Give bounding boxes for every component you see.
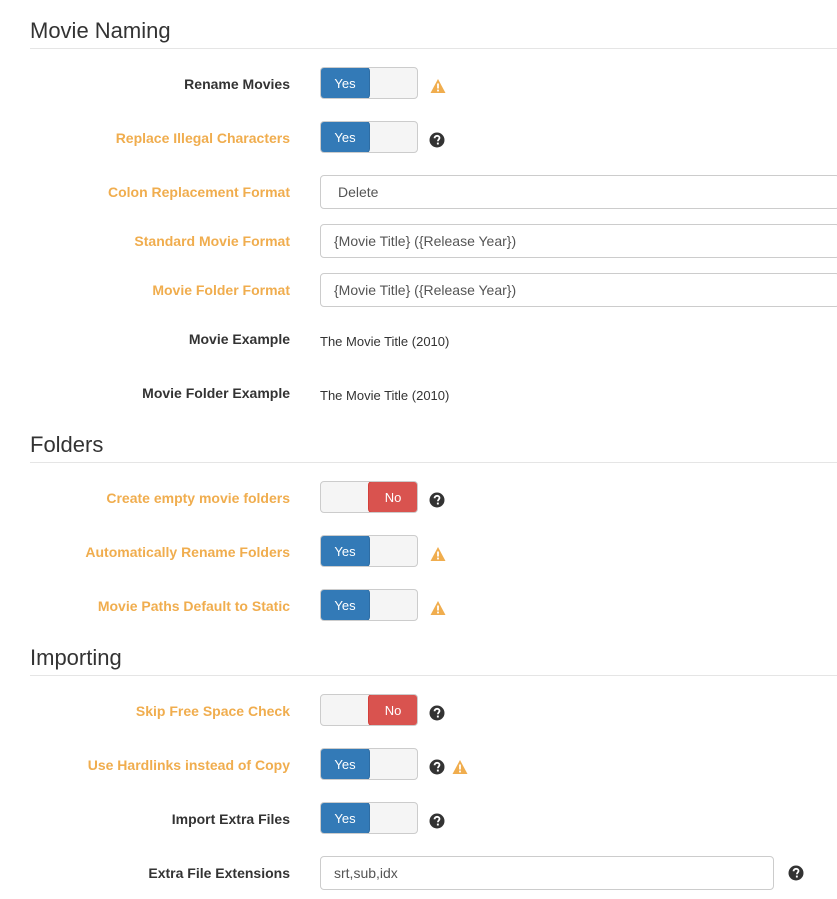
- hardlinks-toggle-value: Yes: [321, 749, 370, 779]
- extra-extensions-input[interactable]: srt,sub,idx: [320, 856, 774, 890]
- auto-rename-label: Automatically Rename Folders: [85, 544, 290, 560]
- hardlinks-toggle[interactable]: Yes: [320, 748, 418, 780]
- standard-format-label: Standard Movie Format: [134, 233, 290, 249]
- colon-replacement-label: Colon Replacement Format: [107, 184, 290, 200]
- extra-files-toggle-value: Yes: [321, 803, 370, 833]
- auto-rename-toggle-value: Yes: [321, 536, 370, 566]
- extra-files-toggle[interactable]: Yes: [320, 802, 418, 834]
- paths-static-toggle[interactable]: Yes: [320, 589, 418, 621]
- paths-static-toggle-value: Yes: [321, 590, 370, 620]
- warning-icon: [430, 547, 446, 561]
- auto-rename-toggle[interactable]: Yes: [320, 535, 418, 567]
- section-title-movie-naming: Movie Naming: [30, 14, 837, 49]
- folder-format-input[interactable]: {Movie Title} ({Release Year}): [320, 273, 837, 307]
- extra-files-label: Import Extra Files: [171, 811, 290, 827]
- warning-icon: [430, 79, 446, 93]
- warning-icon: [430, 601, 446, 615]
- movie-example-value: The Movie Title (2010): [320, 334, 450, 349]
- hardlinks-label: Use Hardlinks instead of Copy: [87, 757, 290, 773]
- skip-free-space-label: Skip Free Space Check: [135, 703, 290, 719]
- folder-example-label: Movie Folder Example: [142, 385, 290, 401]
- help-icon[interactable]: [429, 705, 445, 721]
- replace-illegal-label: Replace Illegal Characters: [115, 130, 290, 146]
- help-icon[interactable]: [429, 759, 445, 775]
- standard-format-input[interactable]: {Movie Title} ({Release Year}): [320, 224, 837, 258]
- skip-free-space-toggle-value: No: [368, 695, 417, 725]
- create-empty-toggle-value: No: [368, 482, 417, 512]
- rename-movies-label: Rename Movies: [184, 76, 290, 92]
- help-icon[interactable]: [788, 865, 804, 881]
- extra-extensions-label: Extra File Extensions: [148, 865, 290, 881]
- section-title-importing: Importing: [30, 641, 837, 676]
- create-empty-label: Create empty movie folders: [106, 490, 290, 506]
- colon-replacement-select[interactable]: Delete: [320, 175, 837, 209]
- warning-icon: [452, 760, 468, 774]
- rename-movies-toggle[interactable]: Yes: [320, 67, 418, 99]
- folder-format-label: Movie Folder Format: [152, 282, 290, 298]
- movie-example-label: Movie Example: [188, 331, 290, 347]
- rename-movies-toggle-value: Yes: [321, 68, 370, 98]
- replace-illegal-toggle-value: Yes: [321, 122, 370, 152]
- skip-free-space-toggle[interactable]: No: [320, 694, 418, 726]
- paths-static-label: Movie Paths Default to Static: [97, 598, 290, 614]
- folder-example-value: The Movie Title (2010): [320, 388, 450, 403]
- help-icon[interactable]: [429, 492, 445, 508]
- replace-illegal-toggle[interactable]: Yes: [320, 121, 418, 153]
- help-icon[interactable]: [429, 813, 445, 829]
- create-empty-toggle[interactable]: No: [320, 481, 418, 513]
- help-icon[interactable]: [429, 132, 445, 148]
- section-title-folders: Folders: [30, 428, 837, 463]
